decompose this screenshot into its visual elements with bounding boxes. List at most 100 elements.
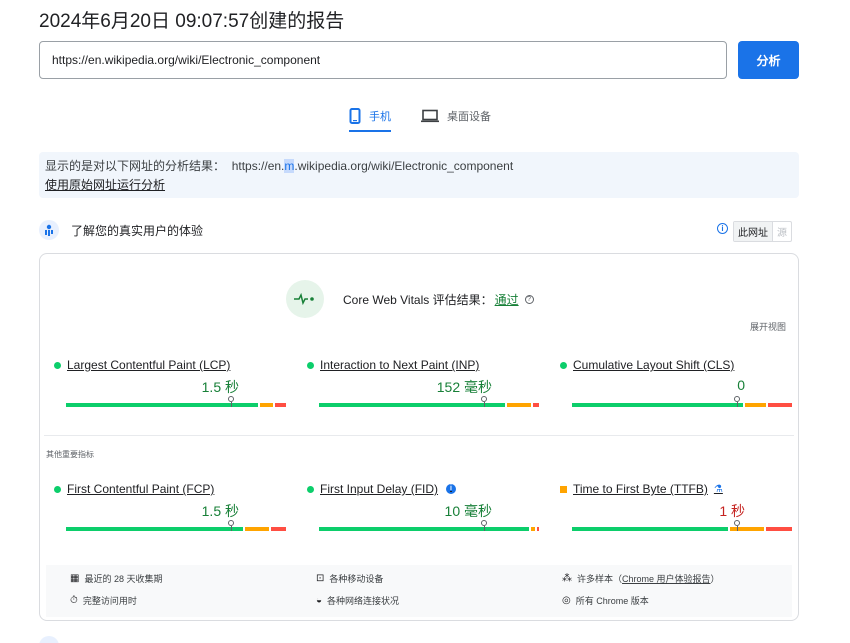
tab-desktop-label: 桌面设备 [447, 111, 491, 123]
toggle-this-url[interactable]: 此网址 [734, 222, 773, 241]
field-data-card: Core Web Vitals 评估结果： 通过 ? 展开视图 Largest C… [39, 253, 799, 621]
footer-network: ◒ 各种网络连接状况 [316, 594, 399, 607]
notice-url-highlight: m [284, 159, 295, 173]
cwv-result: 通过 [494, 292, 519, 307]
p75-marker [481, 520, 487, 531]
distribution-bar [319, 403, 539, 407]
users-icon [39, 220, 59, 240]
distribution-segment [729, 527, 765, 531]
other-metrics-label: 其他重要指标 [46, 450, 94, 459]
p75-marker [481, 396, 487, 407]
scope-toggle: 此网址 源 [733, 221, 792, 242]
toggle-origin[interactable]: 源 [773, 222, 791, 241]
footer-period-text: 最近的 28 天收集期 [84, 574, 163, 584]
p75-marker [734, 396, 740, 407]
footer-period: ▦ 最近的 28 天收集期 [70, 572, 162, 585]
metric-tile: First Input Delay (FID) i 10 毫秒 [307, 482, 539, 542]
devices-icon: ⊡ [316, 573, 325, 584]
footer-devices-text: 各种移动设备 [329, 574, 384, 584]
p75-marker [734, 520, 740, 531]
experimental-icon: ⚗ [713, 483, 723, 495]
distribution-bar [572, 403, 792, 407]
distribution-bar [66, 403, 286, 407]
metric-tile: Cumulative Layout Shift (CLS) 0 [560, 358, 792, 418]
help-icon[interactable]: ? [524, 294, 534, 304]
metric-name-text: Time to First Byte (TTFB) [573, 482, 708, 496]
status-indicator [307, 361, 314, 369]
cwv-label: Core Web Vitals 评估结果： 通过 [343, 291, 519, 308]
metric-value: 1.5 秒 [201, 379, 239, 395]
field-data-title: 了解您的真实用户的体验 [71, 224, 204, 238]
url-input[interactable] [39, 41, 727, 79]
tab-mobile[interactable]: 手机 [349, 100, 391, 132]
expand-view-link[interactable]: 展开视图 [750, 320, 786, 333]
p75-marker [228, 520, 234, 531]
distribution-bar [319, 527, 539, 531]
distribution-segment [532, 403, 539, 407]
metric-name[interactable]: Largest Contentful Paint (LCP) [54, 358, 230, 372]
metric-name[interactable]: Interaction to Next Paint (INP) [307, 358, 479, 372]
phone-icon [349, 108, 361, 124]
status-indicator [54, 361, 61, 369]
notice-line: 显示的是对以下网址的分析结果： https://en.m.wikipedia.o… [45, 157, 793, 176]
footer-versions: ◎ 所有 Chrome 版本 [562, 594, 649, 607]
notice-url-b: .wikipedia.org/wiki/Electronic_component [294, 159, 514, 173]
distribution-bar [572, 527, 792, 531]
distribution-segment [275, 403, 286, 407]
distribution-segment [260, 403, 274, 407]
status-indicator [307, 485, 314, 493]
distribution-segment [270, 527, 286, 531]
wifi-icon: ◒ [316, 595, 323, 606]
status-indicator [560, 361, 567, 369]
distribution-segment [572, 527, 728, 531]
original-url-link[interactable]: 使用原始网址运行分析 [45, 178, 165, 192]
metric-name-text: First Contentful Paint (FCP) [67, 482, 215, 496]
metric-tile: First Contentful Paint (FCP) 1.5 秒 [54, 482, 286, 542]
tab-desktop[interactable]: 桌面设备 [421, 100, 491, 132]
status-indicator [54, 485, 61, 493]
footer-samples: ⁂ 许多样本（Chrome 用户体验报告） [562, 572, 720, 585]
footer-duration: ⏱ 完整访问用时 [70, 594, 137, 607]
chrome-icon: ◎ [562, 595, 571, 606]
metric-value: 10 毫秒 [444, 503, 492, 519]
analyze-button[interactable]: 分析 [738, 41, 799, 79]
distribution-segment [768, 403, 792, 407]
crux-link[interactable]: Chrome 用户体验报告 [622, 574, 711, 584]
notice-prefix: 显示的是对以下网址的分析结果： [45, 159, 226, 173]
info-icon[interactable]: i [446, 484, 457, 494]
timer-icon: ⏱ [70, 595, 78, 606]
footer-devices: ⊡ 各种移动设备 [316, 572, 383, 585]
metric-name-text: Interaction to Next Paint (INP) [320, 358, 480, 372]
calendar-icon: ▦ [70, 573, 80, 584]
analyzed-url-notice: 显示的是对以下网址的分析结果： https://en.m.wikipedia.o… [39, 152, 799, 198]
laptop-icon [421, 109, 439, 123]
distribution-bar [66, 527, 286, 531]
footer-network-text: 各种网络连接状况 [327, 596, 400, 606]
report-title: 2024年6月20日 09:07:57创建的报告 [39, 11, 345, 32]
notice-url-a: https://en. [231, 159, 285, 173]
cwv-label-text: Core Web Vitals 评估结果： [343, 292, 493, 307]
distribution-segment [245, 527, 269, 531]
metric-name[interactable]: First Contentful Paint (FCP) [54, 482, 214, 496]
distribution-segment [572, 403, 743, 407]
samples-prefix: 许多样本（ [577, 574, 623, 584]
distribution-segment [66, 403, 259, 407]
footer-duration-text: 完整访问用时 [82, 596, 137, 606]
info-icon[interactable]: i [717, 223, 728, 234]
distribution-segment [66, 527, 244, 531]
metric-name[interactable]: First Input Delay (FID) i [307, 482, 457, 496]
cwv-assessment: Core Web Vitals 评估结果： 通过 ? [286, 280, 534, 318]
metric-name-text: First Input Delay (FID) [320, 482, 439, 496]
metric-name[interactable]: Cumulative Layout Shift (CLS) [560, 358, 734, 372]
field-data-header: 了解您的真实用户的体验 i 此网址 源 [39, 218, 799, 242]
metric-value: 0 [737, 377, 745, 393]
metric-tile: Largest Contentful Paint (LCP) 1.5 秒 [54, 358, 286, 418]
metric-tile: Interaction to Next Paint (INP) 152 毫秒 [307, 358, 539, 418]
tab-mobile-label: 手机 [369, 111, 391, 123]
metric-name-text: Largest Contentful Paint (LCP) [67, 358, 231, 372]
divider [44, 435, 794, 436]
distribution-segment [506, 403, 531, 407]
next-section-icon [39, 636, 59, 643]
metric-name[interactable]: Time to First Byte (TTFB) ⚗ [560, 482, 723, 496]
distribution-segment [319, 527, 529, 531]
